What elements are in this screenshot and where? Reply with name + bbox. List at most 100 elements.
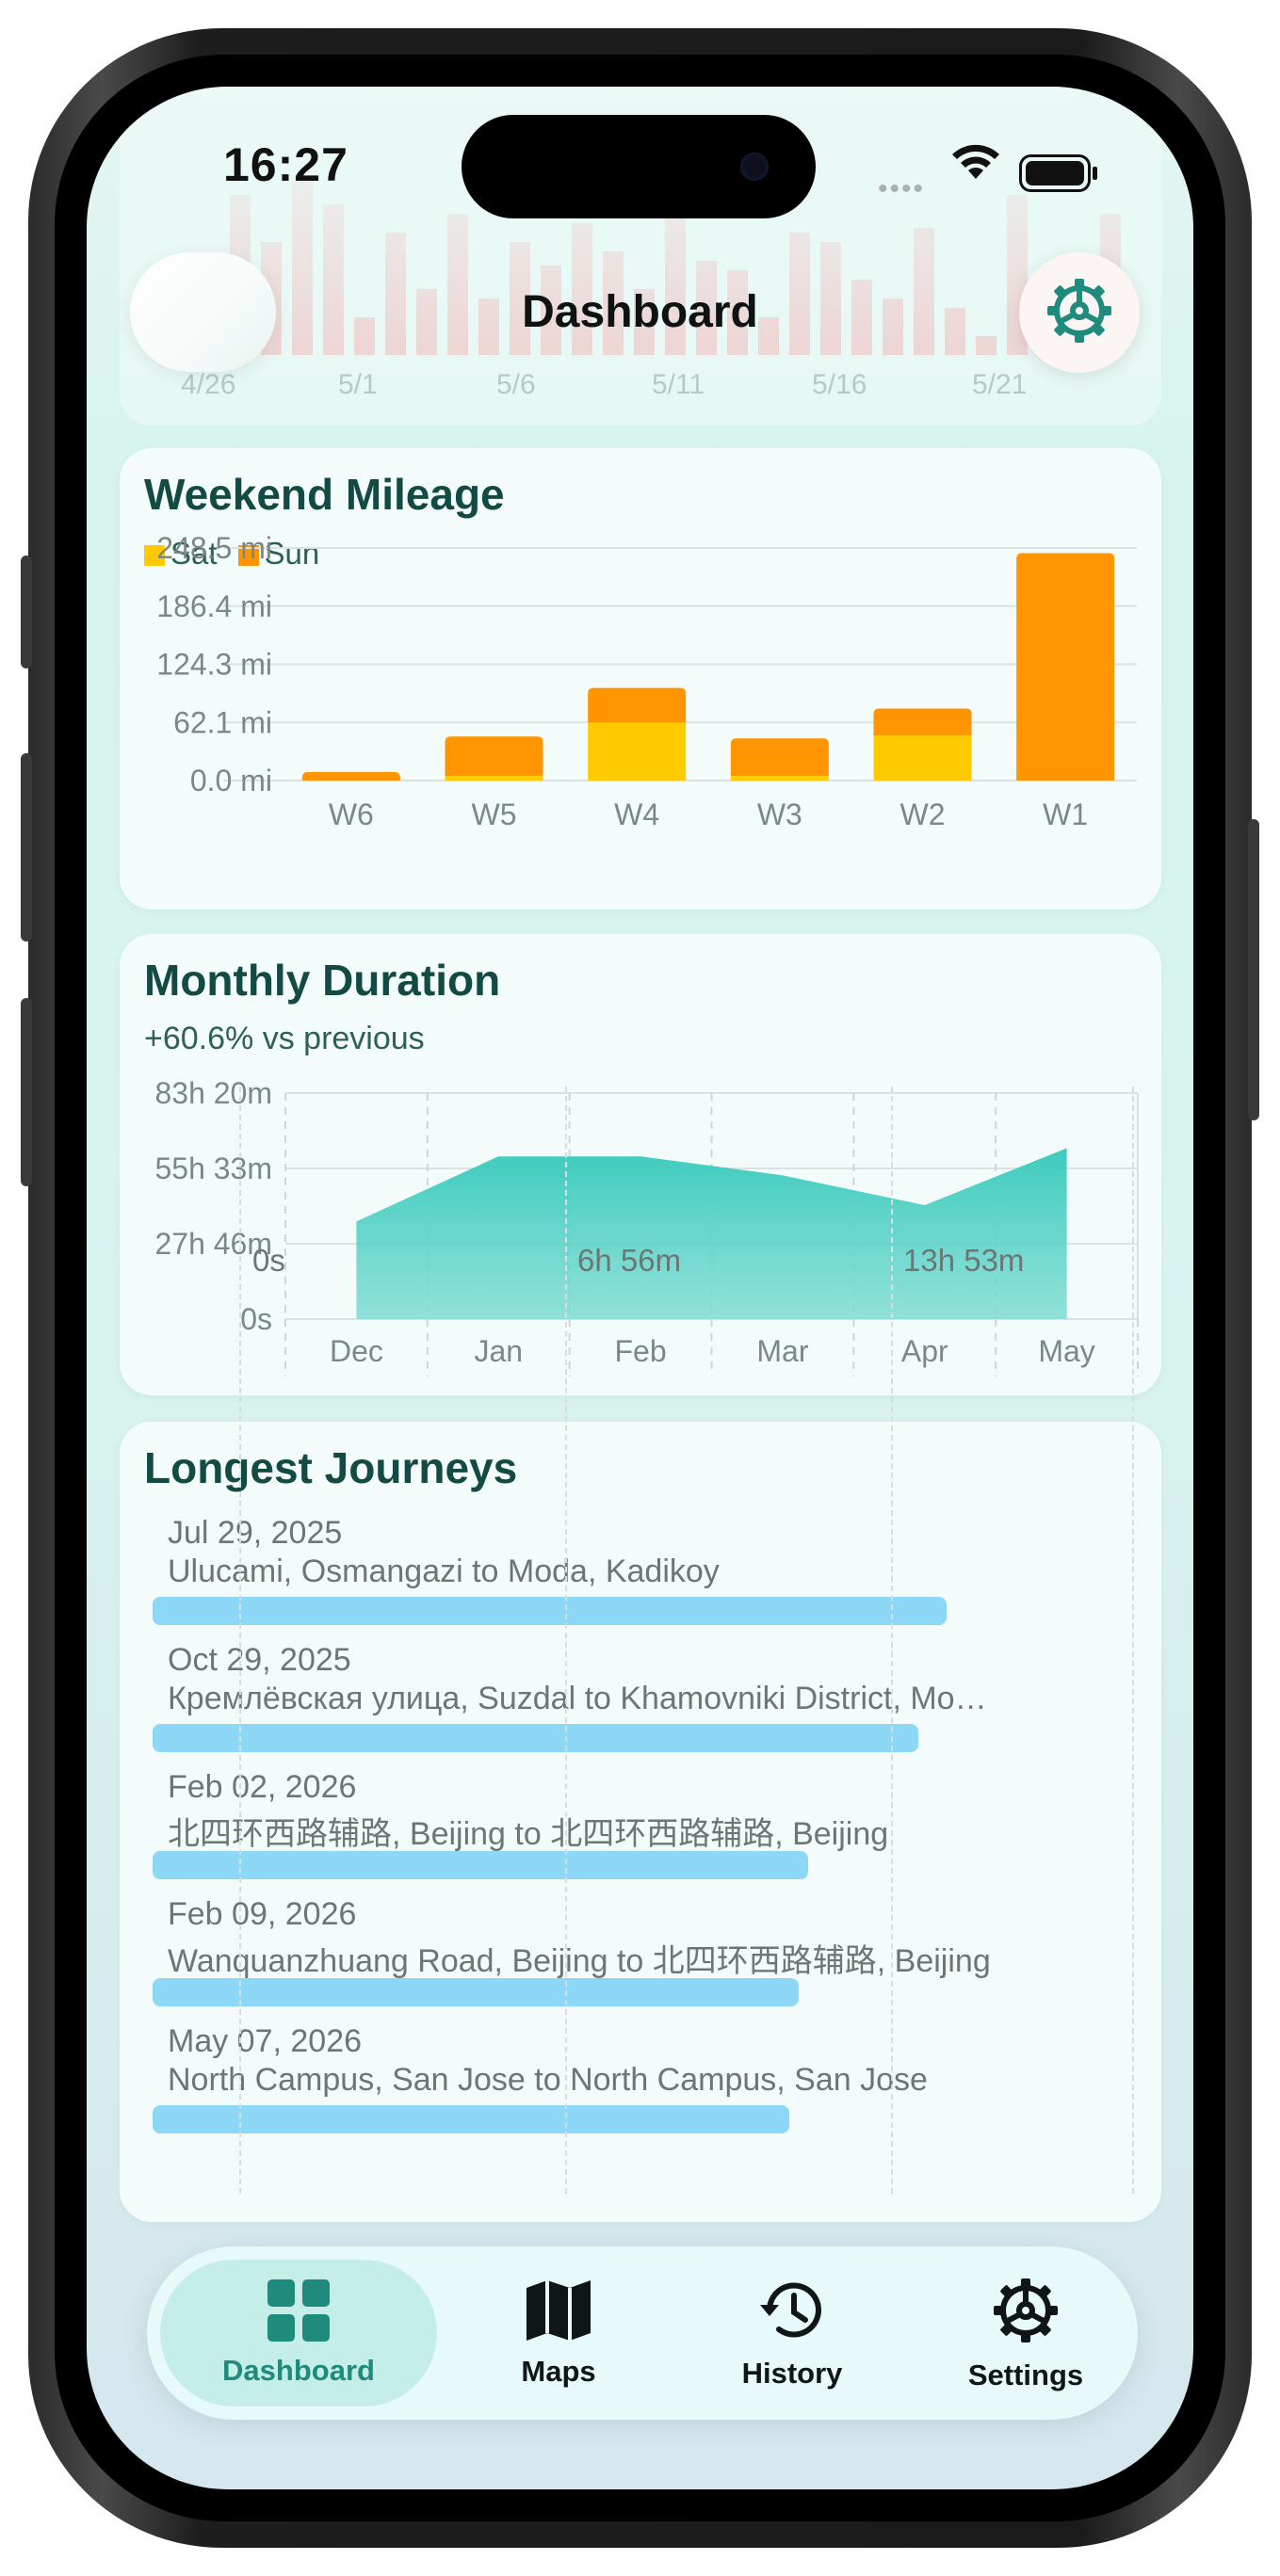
power-button xyxy=(1248,819,1259,1120)
activity-tick-label: 5/1 xyxy=(338,369,378,400)
monthly-duration-card: Monthly Duration +60.6% vs previous 83h … xyxy=(120,934,1161,1395)
tab-dashboard[interactable]: Dashboard xyxy=(160,2260,437,2407)
cellular-signal-icon: •••• xyxy=(878,173,926,204)
tab-label: Maps xyxy=(521,2354,596,2388)
activity-tick-label: 5/16 xyxy=(812,369,867,400)
gear-tooth xyxy=(1047,305,1057,315)
activity-tick-label: 4/26 xyxy=(181,369,236,400)
journey-date: Oct 29, 2025 xyxy=(168,1642,351,1678)
gear-tooth xyxy=(1021,2278,1030,2288)
journey-duration-bar xyxy=(153,2105,789,2133)
weekend-mileage-chart: 248.5 mi 186.4 mi 124.3 mi 62.1 mi 0.0 mi W6 W… xyxy=(156,531,1137,831)
volume-down-button xyxy=(21,998,32,1186)
status-time: 16:27 xyxy=(223,138,348,191)
activity-tick-label: 5/21 xyxy=(972,369,1028,400)
y-tick-label: 124.3 mi xyxy=(156,648,272,682)
monthly-duration-chart: 83h 20m55h 33m27h 46m0sDec Jan Feb Mar Apr Ma… xyxy=(154,1076,1139,1377)
journey-item[interactable]: Jul 29, 2025 Ulucami, Osmangazi to Moda, … xyxy=(168,1515,720,1590)
bar-sun xyxy=(301,772,400,781)
x-tick-label: W6 xyxy=(329,797,374,831)
x-tick-label: W5 xyxy=(472,797,517,831)
journey-route: Кремлёвская улица, Suzdal to Khamovniki … xyxy=(168,1681,987,1716)
activity-bar xyxy=(976,336,996,355)
tab-label: Dashboard xyxy=(222,2353,375,2387)
journey-route: North Campus, San Jose to North Campus, … xyxy=(168,2062,928,2098)
y-tick-label: 186.4 mi xyxy=(156,589,272,623)
bar-sun xyxy=(588,687,687,723)
journey-item[interactable]: May 07, 2026 North Campus, San Jose to No… xyxy=(168,2023,928,2099)
bar-sat xyxy=(730,776,829,781)
tab-history[interactable]: History xyxy=(684,2246,900,2420)
journey-item[interactable]: Oct 29, 2025 Кремлёвская улица, Suzdal to… xyxy=(168,1642,987,1717)
x-tick-label: W1 xyxy=(1043,797,1088,831)
tab-settings[interactable]: Settings xyxy=(917,2246,1134,2420)
journey-date: Feb 09, 2026 xyxy=(168,1896,357,1932)
journey-item[interactable]: Feb 09, 2026 Wanquanzhuang Road, Beijing … xyxy=(168,1896,991,1981)
tab-label: Settings xyxy=(967,2358,1084,2391)
battery-icon xyxy=(1019,154,1100,197)
journey-route: 北四环西路辅路, Beijing to 北四环西路辅路, Beijing xyxy=(168,1816,889,1852)
bar-sun xyxy=(730,738,829,777)
journey-route: Ulucami, Osmangazi to Moda, Kadikoy xyxy=(168,1554,720,1589)
journey-duration-bar xyxy=(153,1978,799,2006)
x-tick-label: Jan xyxy=(474,1334,523,1368)
x-tick-label: W3 xyxy=(757,797,802,831)
gear-tooth xyxy=(1075,332,1084,343)
action-button xyxy=(21,555,32,668)
bar-sun xyxy=(873,708,972,736)
gear-icon xyxy=(1044,275,1115,351)
bar-sat xyxy=(588,722,687,781)
longest-journeys-card: Longest Journeys Jul 29, 2025 Ulucami, Os… xyxy=(120,1422,1161,2222)
activity-tick-label: 5/6 xyxy=(496,369,536,400)
y-tick-label: 0s xyxy=(240,1302,272,1336)
journey-duration-bar xyxy=(153,1724,918,1752)
y-tick-label: 55h 33m xyxy=(154,1151,272,1185)
activity-tick-label: 5/11 xyxy=(652,369,705,400)
tab-maps[interactable]: Maps xyxy=(450,2246,667,2420)
front-camera xyxy=(740,153,769,181)
gear-tooth xyxy=(1102,305,1111,315)
journey-axis-label: 13h 53m xyxy=(903,1243,1025,1278)
journey-gridline xyxy=(565,1087,567,2194)
journey-gridline xyxy=(239,1087,241,2194)
screen: 4/26 5/1 5/6 5/11 5/16 5/21 16:27 •••• D… xyxy=(87,87,1193,2489)
history-icon xyxy=(756,2277,828,2349)
journey-date: Feb 02, 2026 xyxy=(168,1769,357,1805)
y-tick-label: 248.5 mi xyxy=(156,531,272,565)
y-tick-label: 83h 20m xyxy=(154,1076,272,1110)
bar-sat xyxy=(445,776,543,781)
y-tick-label: 62.1 mi xyxy=(173,705,272,739)
weekend-mileage-card: Weekend Mileage Sat Sun 248.5 mi 186.4 mi… xyxy=(120,448,1161,910)
volume-up-button xyxy=(21,753,32,942)
journey-route: Wanquanzhuang Road, Beijing to 北四环西路辅路, … xyxy=(168,1943,991,1979)
wifi-icon xyxy=(949,143,1002,187)
card-title: Longest Journeys xyxy=(144,1443,518,1492)
x-tick-label: Mar xyxy=(756,1334,808,1368)
x-tick-label: Feb xyxy=(615,1334,667,1368)
journey-item[interactable]: Feb 02, 2026 北四环西路辅路, Beijing to 北四环西路辅路,… xyxy=(168,1769,888,1854)
bar-sun xyxy=(445,736,543,777)
journey-date: Jul 29, 2025 xyxy=(168,1515,343,1551)
x-tick-label: W4 xyxy=(614,797,659,831)
journey-date: May 07, 2026 xyxy=(168,2023,363,2059)
gear-tooth xyxy=(1021,2332,1030,2343)
journey-axis-label: 6h 56m xyxy=(577,1243,682,1278)
gear-tooth xyxy=(1048,2305,1058,2315)
gear-tooth xyxy=(994,2305,1003,2315)
gear-tooth xyxy=(1075,278,1084,288)
journey-axis-label: 0s xyxy=(252,1243,285,1278)
journey-duration-bar xyxy=(153,1597,947,1625)
grid-icon xyxy=(267,2278,330,2346)
duration-area xyxy=(356,1148,1067,1319)
x-tick-label: May xyxy=(1038,1334,1094,1368)
settings-button[interactable] xyxy=(1019,252,1140,373)
x-tick-label: Apr xyxy=(901,1334,948,1368)
bar-sat xyxy=(873,735,972,781)
x-tick-label: Dec xyxy=(330,1334,383,1368)
journey-duration-bar xyxy=(153,1851,808,1879)
tab-label: History xyxy=(741,2356,843,2390)
x-tick-label: W2 xyxy=(900,797,946,831)
tab-bar: Dashboard Maps History Settings xyxy=(147,2246,1138,2420)
bar-sun xyxy=(1016,553,1115,781)
journey-gridline xyxy=(1132,1087,1134,2194)
